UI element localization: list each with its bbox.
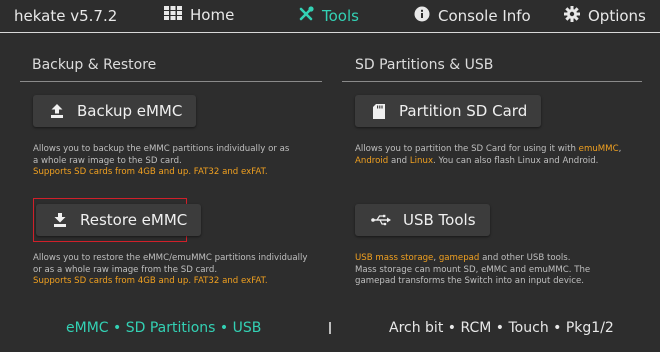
partition-sd-card-label: Partition SD Card	[399, 102, 528, 120]
footer-left-status: eMMC • SD Partitions • USB	[66, 320, 262, 336]
footer-divider	[329, 322, 331, 334]
desc-text: Supports SD cards from	[33, 276, 138, 287]
download-icon	[52, 212, 68, 228]
desc-text: .	[264, 276, 268, 287]
desc-highlight: emuMMC	[578, 144, 619, 154]
desc-highlight: 4GB	[137, 167, 156, 178]
usb-tools-button[interactable]: USB Tools	[355, 204, 490, 236]
desc-text: Allows you to partition the SD Card for …	[355, 144, 579, 154]
partition-desc-line1: Allows you to partition the SD Card for …	[355, 144, 645, 156]
top-bar: hekate v5.7.2 Home Tools Console Info Op…	[0, 0, 660, 32]
desc-text: . You can also flash Linux and Android.	[433, 155, 599, 166]
usb-desc-line3: gamepad transforms the Switch into an in…	[355, 276, 585, 287]
gear-icon	[564, 6, 580, 26]
restore-description: Allows you to restore the eMMC/emuMMC pa…	[33, 253, 328, 288]
desc-highlight: 4GB	[137, 276, 156, 287]
partition-desc-line2: Android and Linux. You can also flash Li…	[355, 156, 645, 168]
tab-options-label: Options	[588, 7, 646, 25]
upload-icon	[49, 103, 65, 119]
desc-text: and up.	[155, 276, 194, 287]
desc-text: ,	[618, 144, 622, 154]
backup-desc-line2: a whole raw image to the SD card.	[33, 155, 182, 166]
desc-text: and up.	[155, 167, 194, 178]
usb-icon	[371, 212, 391, 228]
backup-emmc-label: Backup eMMC	[77, 102, 183, 120]
backup-description: Allows you to backup the eMMC partitions…	[33, 144, 323, 179]
tab-home-label: Home	[190, 6, 235, 24]
desc-highlight: Android	[355, 155, 389, 166]
desc-highlight: exFAT	[241, 276, 265, 287]
desc-highlight: Linux	[409, 155, 434, 166]
desc-highlight: exFAT	[241, 167, 265, 178]
backup-emmc-button[interactable]: Backup eMMC	[33, 95, 197, 127]
desc-text: and other USB tools.	[479, 253, 571, 263]
top-divider	[0, 32, 660, 33]
grid-icon	[164, 6, 182, 24]
restore-emmc-button[interactable]: Restore eMMC	[36, 204, 202, 236]
backup-desc-line1: Allows you to backup the eMMC partitions…	[33, 144, 290, 154]
footer-right-status: Arch bit • RCM • Touch • Pkg1/2	[389, 320, 614, 336]
desc-highlight: gamepad	[438, 253, 480, 263]
desc-text: and	[219, 167, 241, 178]
partition-description: Allows you to partition the SD Card for …	[355, 144, 645, 167]
section-rule-left	[20, 81, 322, 82]
tab-tools[interactable]: Tools	[298, 6, 359, 26]
desc-text: and	[388, 155, 410, 166]
usb-description: USB mass storage, gamepad and other USB …	[355, 253, 645, 288]
desc-text: and	[219, 276, 241, 287]
desc-highlight: USB mass storage	[355, 253, 434, 263]
tab-tools-label: Tools	[322, 7, 359, 25]
tools-icon	[298, 6, 314, 26]
sd-card-icon	[371, 103, 387, 119]
tab-options[interactable]: Options	[564, 6, 646, 26]
tab-console-info-label: Console Info	[438, 7, 531, 25]
usb-tools-label: USB Tools	[403, 211, 476, 229]
section-title-backup-restore: Backup & Restore	[32, 57, 157, 73]
app-title: hekate v5.7.2	[14, 7, 118, 25]
backup-desc-line3: Supports SD cards from 4GB and up. FAT32…	[33, 167, 323, 179]
tab-home[interactable]: Home	[164, 6, 234, 24]
desc-text: Supports SD cards from	[33, 167, 138, 178]
section-rule-right	[342, 81, 642, 82]
info-icon	[414, 6, 430, 26]
tab-console-info[interactable]: Console Info	[414, 6, 531, 26]
section-title-sd-partitions-usb: SD Partitions & USB	[355, 57, 494, 73]
desc-highlight: FAT32	[193, 276, 220, 287]
restore-desc-line1: Allows you to restore the eMMC/emuMMC pa…	[33, 253, 308, 263]
restore-desc-line2: or as a whole raw image from the SD card…	[33, 264, 218, 275]
desc-text: .	[264, 167, 268, 178]
usb-desc-line1: USB mass storage, gamepad and other USB …	[355, 253, 645, 265]
restore-desc-line3: Supports SD cards from 4GB and up. FAT32…	[33, 276, 328, 288]
restore-emmc-label: Restore eMMC	[80, 211, 188, 229]
partition-sd-card-button[interactable]: Partition SD Card	[355, 95, 542, 127]
usb-desc-line2: Mass storage can mount SD, eMMC and emuM…	[355, 264, 591, 275]
desc-highlight: FAT32	[193, 167, 220, 178]
